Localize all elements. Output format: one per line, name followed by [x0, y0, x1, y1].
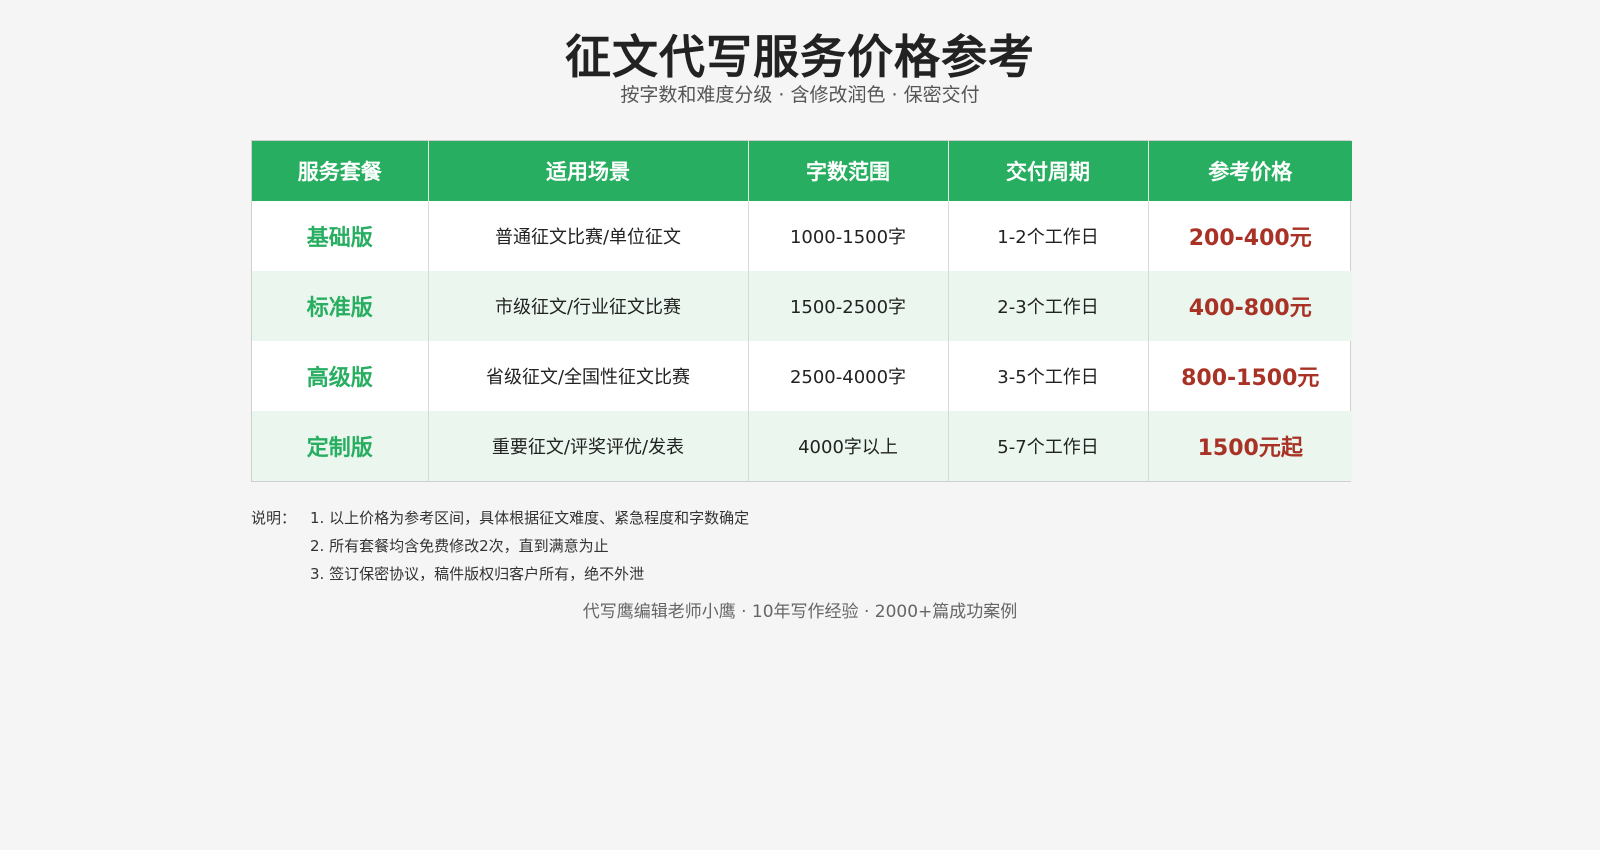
period-cell: 3-5个工作日	[948, 341, 1149, 411]
words-cell: 4000字以上	[748, 411, 949, 481]
price-cell: 800-1500元	[1181, 366, 1320, 391]
scene-cell: 市级征文/行业征文比赛	[428, 271, 749, 341]
words-cell: 1000-1500字	[748, 201, 949, 271]
notes-label: 说明：	[251, 509, 297, 527]
price-cell: 200-400元	[1188, 226, 1312, 251]
price-table: 服务套餐 适用场景 字数范围 交付周期 参考价格 基础版 普通征文比赛/单位征文…	[252, 141, 1352, 481]
column-header-period: 交付周期	[948, 141, 1149, 201]
page-subtitle: 按字数和难度分级 · 含修改润色 · 保密交付	[620, 84, 980, 106]
package-name: 基础版	[252, 201, 429, 271]
table-row: 基础版 普通征文比赛/单位征文 1000-1500字 1-2个工作日 200-4…	[252, 201, 1352, 271]
note-item: 2. 所有套餐均含免费修改2次，直到满意为止	[310, 537, 609, 555]
notes-list: 1. 以上价格为参考区间，具体根据征文难度、紧急程度和字数确定 2. 所有套餐均…	[310, 504, 910, 588]
package-name: 高级版	[252, 341, 429, 411]
column-header-scene: 适用场景	[428, 141, 749, 201]
price-cell: 1500元起	[1148, 411, 1352, 481]
package-name: 定制版	[252, 411, 429, 481]
period-cell: 5-7个工作日	[948, 411, 1149, 481]
price-table-container: 服务套餐 适用场景 字数范围 交付周期 参考价格 基础版 普通征文比赛/单位征文…	[251, 140, 1352, 482]
table-row: 标准版 市级征文/行业征文比赛 1500-2500字 2-3个工作日 400-8…	[252, 271, 1352, 341]
footer-text: 代写鹰编辑老师小鹰 · 10年写作经验 · 2000+篇成功案例	[582, 602, 1018, 622]
table-row: 高级版 省级征文/全国性征文比赛 2500-4000字 3-5个工作日 800-…	[252, 341, 1352, 411]
note-item: 3. 签订保密协议，稿件版权归客户所有，绝不外泄	[310, 565, 645, 583]
page-title: 征文代写服务价格参考	[565, 30, 1035, 84]
column-header-price: 参考价格	[1148, 141, 1352, 201]
scene-cell: 普通征文比赛/单位征文	[428, 201, 749, 271]
table-header-row: 服务套餐 适用场景 字数范围 交付周期 参考价格	[252, 141, 1352, 201]
column-header-words: 字数范围	[748, 141, 949, 201]
column-header-package: 服务套餐	[252, 141, 429, 201]
period-cell: 2-3个工作日	[948, 271, 1149, 341]
scene-cell: 重要征文/评奖评优/发表	[428, 411, 749, 481]
price-cell: 400-800元	[1148, 271, 1352, 341]
page: 征文代写服务价格参考 按字数和难度分级 · 含修改润色 · 保密交付 服务套餐 …	[0, 0, 1600, 850]
table-row: 定制版 重要征文/评奖评优/发表 4000字以上 5-7个工作日 1500元起	[252, 411, 1352, 481]
scene-cell: 省级征文/全国性征文比赛	[428, 341, 749, 411]
words-cell: 1500-2500字	[748, 271, 949, 341]
words-cell: 2500-4000字	[748, 341, 949, 411]
period-cell: 1-2个工作日	[948, 201, 1149, 271]
package-name: 标准版	[252, 271, 429, 341]
note-item: 1. 以上价格为参考区间，具体根据征文难度、紧急程度和字数确定	[310, 509, 750, 527]
